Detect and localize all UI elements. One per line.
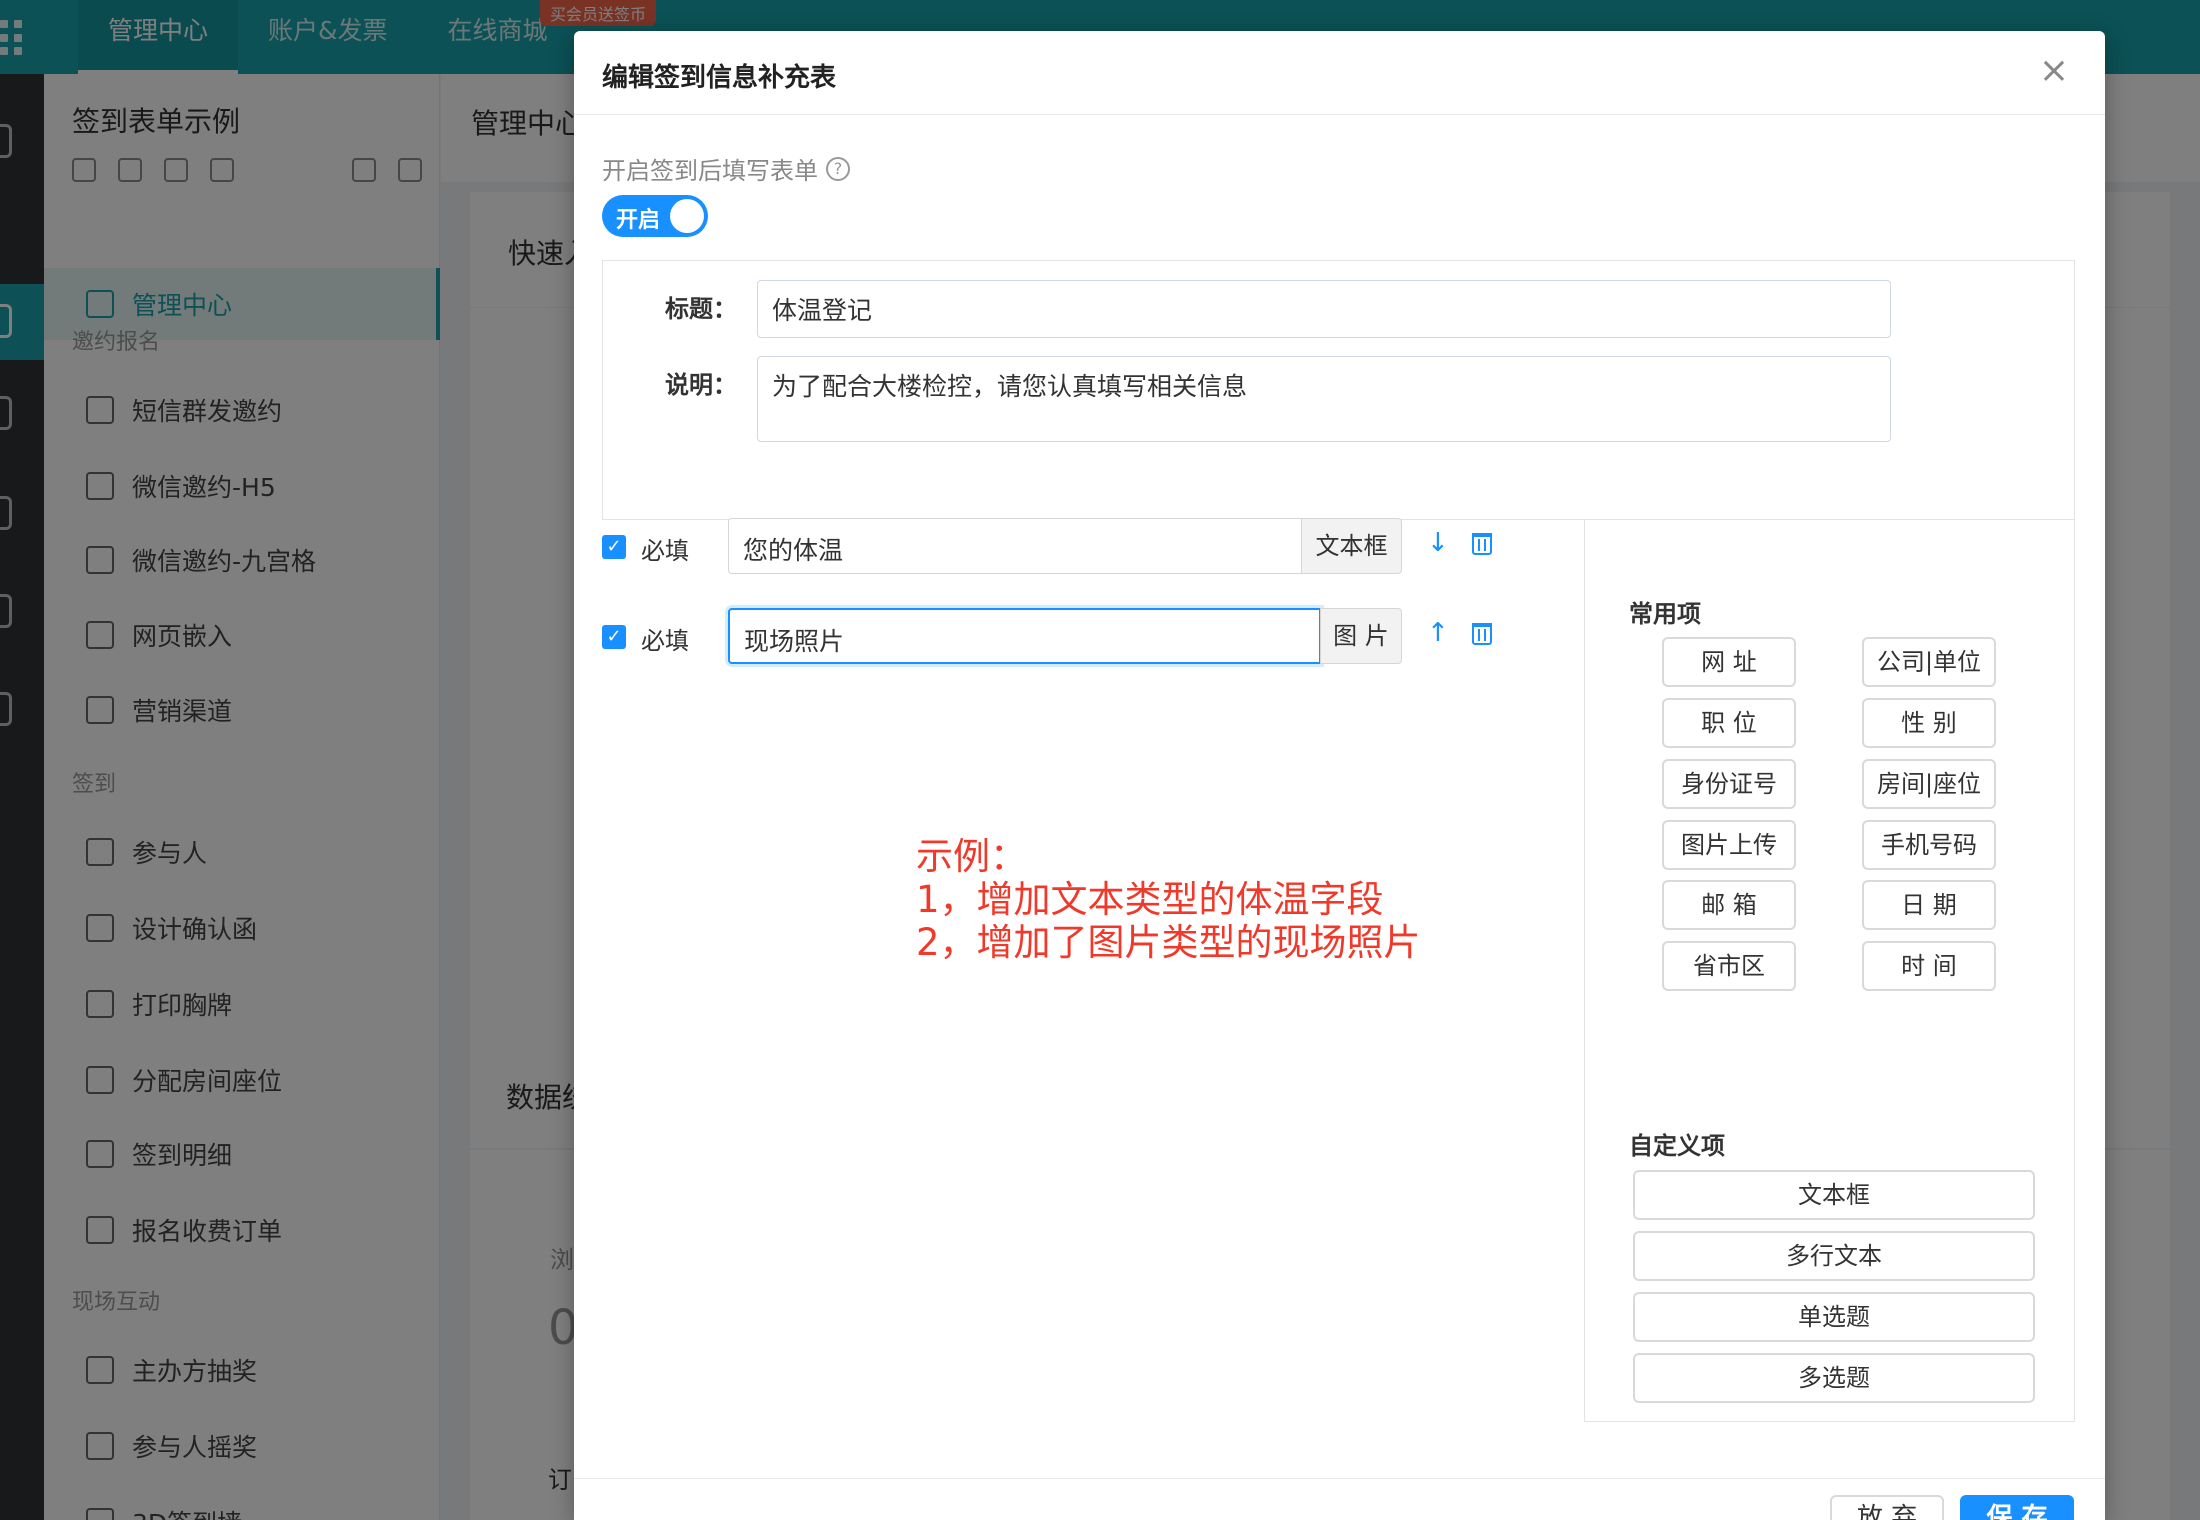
annotation-line: 2，增加了图片类型的现场照片 — [916, 921, 1421, 964]
add-room-seat-button[interactable]: 房间|座位 — [1862, 759, 1996, 809]
cancel-button[interactable]: 放 弃 — [1830, 1495, 1944, 1520]
example-annotation: 示例： 1，增加文本类型的体温字段 2，增加了图片类型的现场照片 — [916, 835, 1421, 964]
add-multiline-button[interactable]: 多行文本 — [1633, 1231, 2035, 1281]
field-type-2: 图 片 — [1320, 608, 1402, 664]
add-phone-button[interactable]: 手机号码 — [1862, 820, 1996, 870]
move-down-icon[interactable]: ↓ — [1427, 528, 1449, 558]
add-position-button[interactable]: 职 位 — [1662, 698, 1796, 748]
add-website-button[interactable]: 网 址 — [1662, 637, 1796, 687]
required-checkbox-1[interactable]: ✓ — [602, 535, 626, 559]
enable-form-label: 开启签到后填写表单 ? — [602, 151, 850, 186]
modal-footer: 放 弃 保 存 — [574, 1478, 2105, 1520]
add-gender-button[interactable]: 性 别 — [1862, 698, 1996, 748]
help-icon[interactable]: ? — [826, 156, 850, 181]
field-type-1: 文本框 — [1301, 518, 1402, 574]
add-company-button[interactable]: 公司|单位 — [1862, 637, 1996, 687]
add-multi-choice-button[interactable]: 多选题 — [1633, 1353, 2035, 1403]
field-name-input-1[interactable]: 您的体温 — [728, 518, 1302, 574]
close-icon[interactable]: × — [2039, 51, 2069, 91]
required-checkbox-2[interactable]: ✓ — [602, 625, 626, 649]
add-id-number-button[interactable]: 身份证号 — [1662, 759, 1796, 809]
modal-title: 编辑签到信息补充表 — [602, 63, 837, 93]
modal-header: 编辑签到信息补充表 × — [574, 31, 2105, 115]
common-items-heading: 常用项 — [1629, 600, 1701, 628]
annotation-line: 1，增加文本类型的体温字段 — [916, 878, 1384, 921]
field-palette: 常用项 网 址 公司|单位 职 位 性 别 身份证号 房间|座位 图片上传 手机… — [1584, 519, 2075, 1422]
enable-form-text: 开启签到后填写表单 — [602, 157, 818, 185]
add-textbox-button[interactable]: 文本框 — [1633, 1170, 2035, 1220]
field-name-input-2[interactable]: 现场照片 — [728, 608, 1321, 664]
toggle-knob — [670, 199, 704, 233]
required-label-2: 必填 — [641, 627, 689, 655]
add-time-button[interactable]: 时 间 — [1862, 941, 1996, 991]
add-image-upload-button[interactable]: 图片上传 — [1662, 820, 1796, 870]
move-up-icon[interactable]: ↑ — [1427, 618, 1449, 648]
add-email-button[interactable]: 邮 箱 — [1662, 880, 1796, 930]
add-region-button[interactable]: 省市区 — [1662, 941, 1796, 991]
delete-icon-1[interactable] — [1472, 533, 1492, 555]
required-label-1: 必填 — [641, 537, 689, 565]
title-input[interactable]: 体温登记 — [757, 280, 1891, 338]
annotation-line: 示例： — [916, 835, 1027, 878]
enable-form-toggle[interactable]: 开启 — [602, 195, 708, 237]
desc-label: 说明： — [665, 371, 737, 399]
form-meta-section: 标题： 体温登记 说明： 为了配合大楼检控，请您认真填写相关信息 — [602, 260, 2075, 520]
custom-items-heading: 自定义项 — [1629, 1132, 1725, 1160]
add-single-choice-button[interactable]: 单选题 — [1633, 1292, 2035, 1342]
add-date-button[interactable]: 日 期 — [1862, 880, 1996, 930]
delete-icon-2[interactable] — [1472, 623, 1492, 645]
save-button[interactable]: 保 存 — [1960, 1495, 2074, 1520]
desc-textarea[interactable]: 为了配合大楼检控，请您认真填写相关信息 — [757, 356, 1891, 442]
toggle-label: 开启 — [616, 208, 661, 233]
title-label: 标题： — [665, 295, 737, 323]
edit-form-modal: 编辑签到信息补充表 × 开启签到后填写表单 ? 开启 标题： 体温登记 说明： … — [574, 31, 2105, 1520]
